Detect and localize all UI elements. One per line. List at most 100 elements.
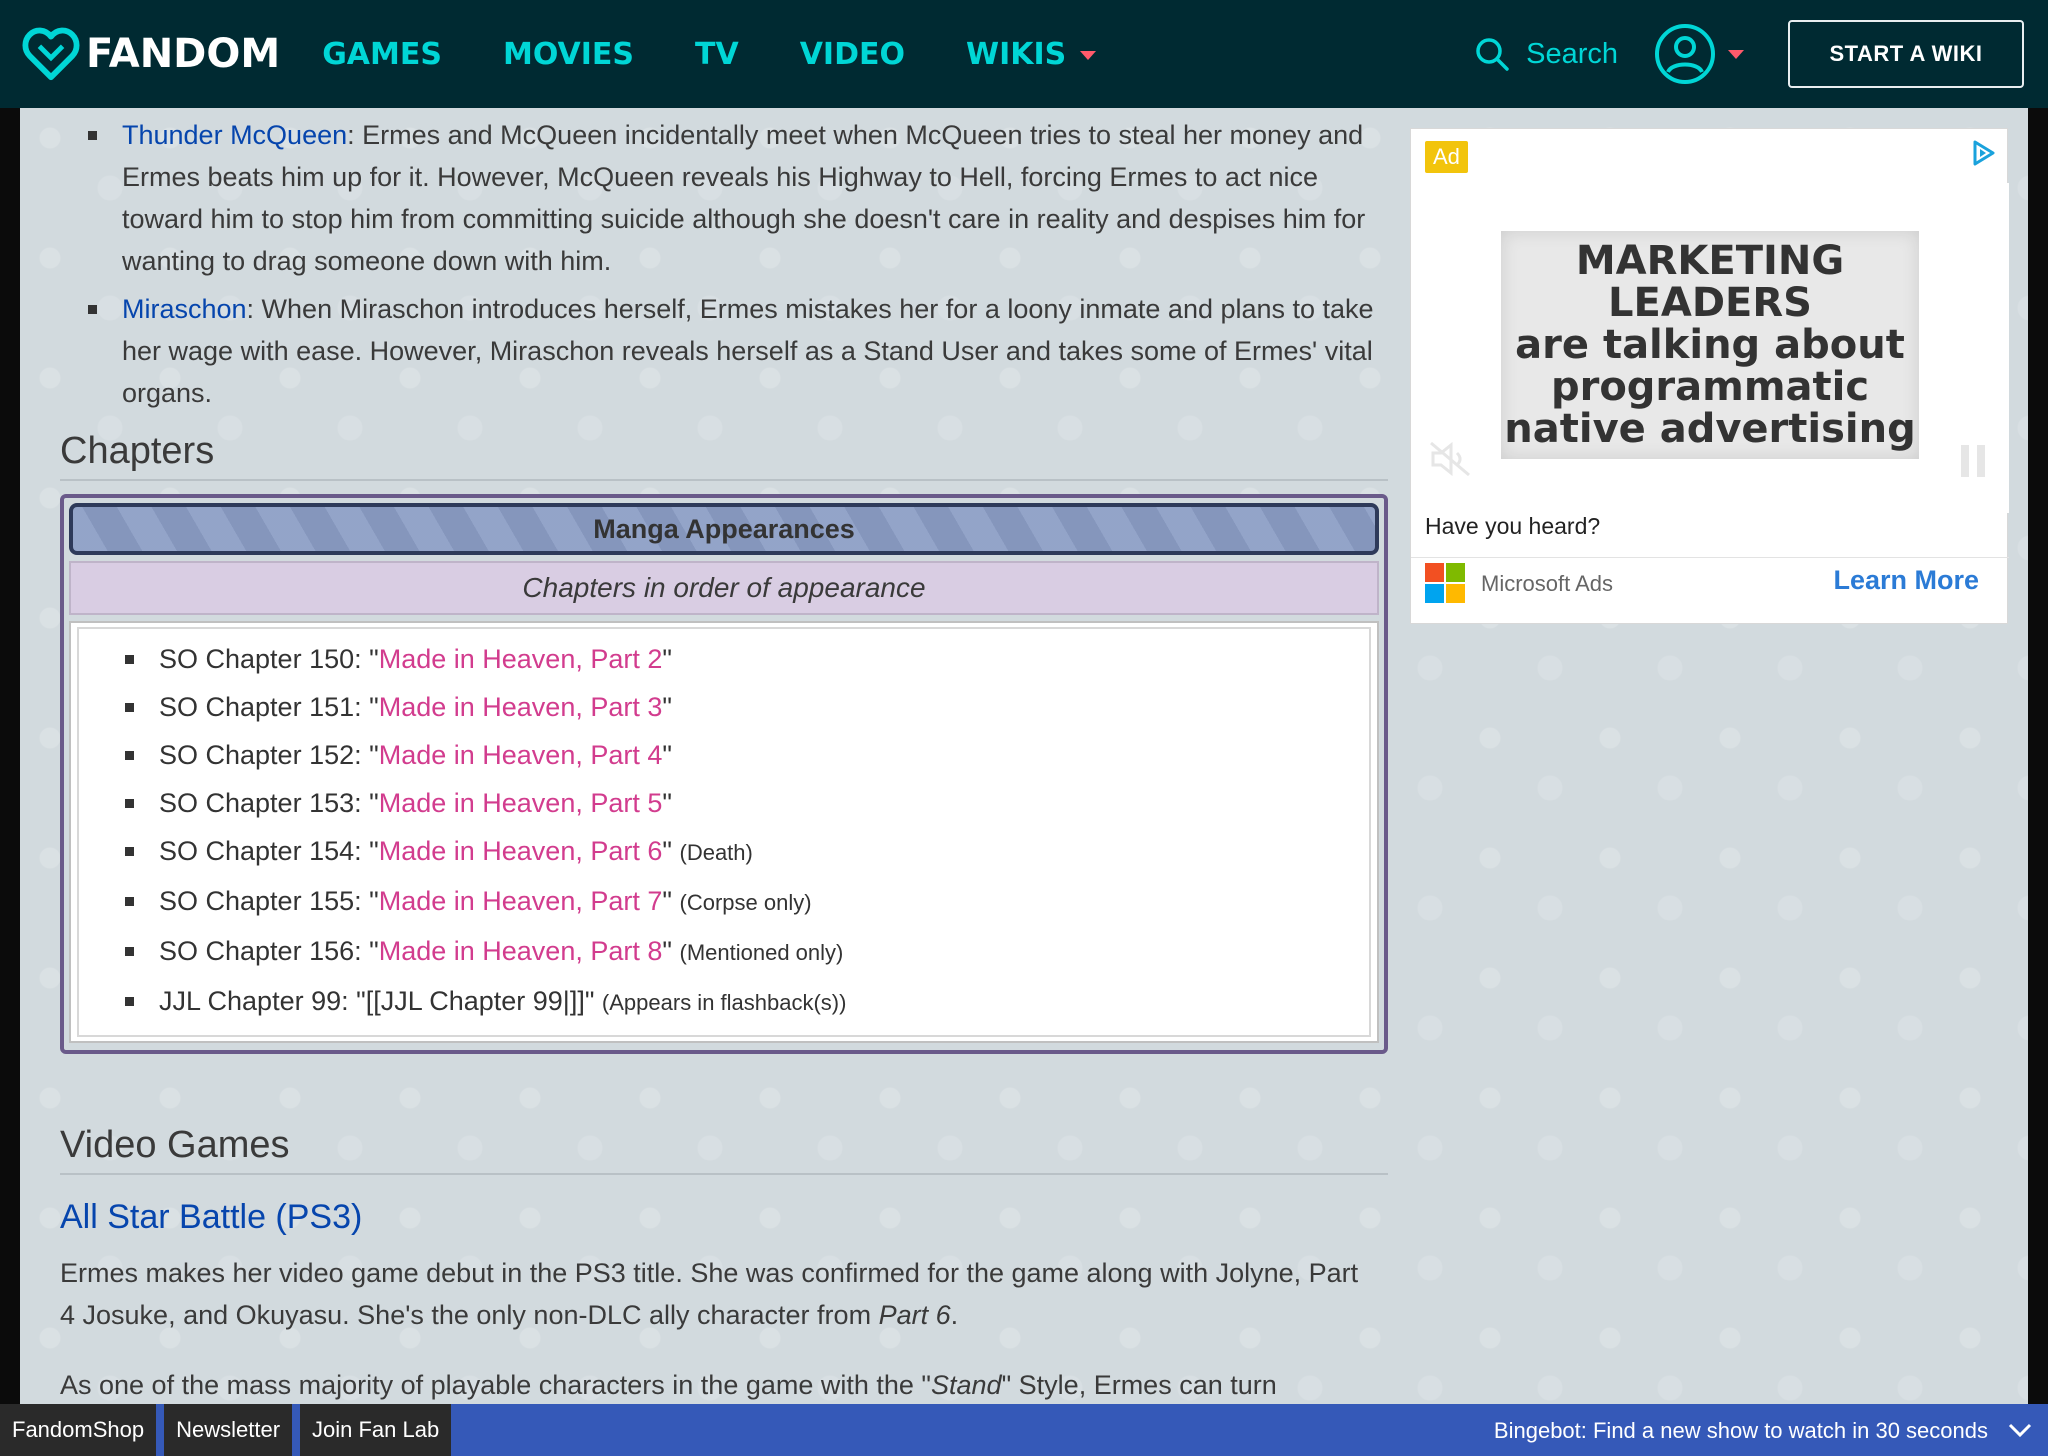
chapter-prefix: SO Chapter 152: ": [159, 740, 379, 770]
chapter-suffix: ": [662, 644, 672, 674]
manga-appearances-subtitle: Chapters in order of appearance: [69, 561, 1379, 615]
ad-divider: [1411, 557, 2009, 558]
fandom-logo[interactable]: FANDOM: [22, 0, 280, 108]
chapter-link[interactable]: Made in Heaven, Part 5: [379, 788, 663, 818]
ad-headline-line: are talking about: [1515, 322, 1905, 368]
search-icon: [1476, 38, 1509, 71]
manga-list-inner: SO Chapter 150: "Made in Heaven, Part 2"…: [77, 627, 1371, 1037]
chapter-prefix: SO Chapter 154: ": [159, 836, 379, 866]
nav-link-wikis[interactable]: WIKIS: [965, 36, 1097, 72]
list-item: SO Chapter 151: "Made in Heaven, Part 3": [79, 683, 1369, 731]
start-a-wiki-button[interactable]: START A WIKI: [1788, 20, 2024, 88]
chapter-list: SO Chapter 150: "Made in Heaven, Part 2"…: [79, 635, 1369, 1027]
para-emphasis: Part 6: [878, 1300, 951, 1330]
ad-choices-icon[interactable]: [1967, 137, 1999, 169]
chapter-link[interactable]: Made in Heaven, Part 6: [379, 836, 663, 866]
chapter-link[interactable]: Made in Heaven, Part 3: [379, 692, 663, 722]
chevron-down-icon[interactable]: [2006, 1416, 2034, 1444]
para-text: .: [950, 1300, 959, 1330]
learn-more-button[interactable]: Learn More: [1833, 565, 1979, 596]
nav-link-games[interactable]: GAMES: [322, 37, 442, 72]
ad-unit[interactable]: Ad MARKETING LEADERS are talking about p…: [1410, 128, 2009, 624]
search-button[interactable]: Search: [1474, 36, 1618, 72]
chapter-prefix: SO Chapter 151: ": [159, 692, 379, 722]
ad-sponsor: Microsoft Ads: [1481, 571, 1614, 596]
chapter-suffix: ": [662, 692, 672, 722]
relationship-link-miraschon[interactable]: Miraschon: [122, 294, 247, 324]
mute-icon[interactable]: [1429, 441, 1473, 477]
list-item: Thunder McQueen: Ermes and McQueen incid…: [68, 114, 1388, 282]
relationships-list: Thunder McQueen: Ermes and McQueen incid…: [68, 114, 1388, 420]
global-navigation: FANDOM GAMES MOVIES TV VIDEO WIKIS Searc…: [0, 0, 2048, 108]
article-page: Thunder McQueen: Ermes and McQueen incid…: [20, 108, 2028, 1404]
user-menu[interactable]: [1654, 23, 1744, 85]
microsoft-logo-icon: [1425, 563, 1465, 603]
nav-links: GAMES MOVIES TV VIDEO WIKIS: [322, 37, 1157, 72]
relationship-link-thunder-mcqueen[interactable]: Thunder McQueen: [122, 120, 347, 150]
chapter-link[interactable]: Made in Heaven, Part 8: [379, 936, 663, 966]
chapter-note: (Mentioned only): [679, 940, 844, 965]
chapter-prefix: SO Chapter 150: ": [159, 644, 379, 674]
chapter-suffix: ": [662, 836, 672, 866]
newsletter-button[interactable]: Newsletter: [164, 1404, 293, 1456]
para-text: Ermes makes her video game debut in the …: [60, 1258, 1359, 1330]
chapter-prefix: JJL Chapter 99: "[[JJL Chapter 99|]]": [159, 986, 595, 1016]
nav-link-wikis-label: WIKIS: [965, 36, 1067, 72]
ad-caption: Have you heard?: [1425, 513, 1601, 539]
list-item: SO Chapter 154: "Made in Heaven, Part 6"…: [79, 827, 1369, 877]
nav-right: Search START A WIKI: [1474, 0, 2048, 108]
chapter-link[interactable]: Made in Heaven, Part 7: [379, 886, 663, 916]
fandom-wordmark: FANDOM: [86, 31, 281, 77]
list-item: SO Chapter 156: "Made in Heaven, Part 8"…: [79, 927, 1369, 977]
chapter-prefix: SO Chapter 156: ": [159, 936, 379, 966]
chapter-suffix: ": [662, 788, 672, 818]
nav-link-tv[interactable]: TV: [695, 37, 739, 72]
chapter-prefix: SO Chapter 155: ": [159, 886, 379, 916]
list-item: Miraschon: When Miraschon introduces her…: [68, 288, 1388, 414]
pause-icon[interactable]: [1959, 445, 1987, 477]
para-emphasis: Stand: [931, 1370, 1002, 1400]
list-item: SO Chapter 150: "Made in Heaven, Part 2": [79, 635, 1369, 683]
video-games-paragraph-1: Ermes makes her video game debut in the …: [60, 1252, 1380, 1336]
chapter-note: (Corpse only): [679, 890, 812, 915]
fandomshop-button[interactable]: FandomShop: [0, 1404, 157, 1456]
list-item: SO Chapter 155: "Made in Heaven, Part 7"…: [79, 877, 1369, 927]
chevron-down-icon: [1080, 51, 1097, 60]
ad-headline-line: programmatic: [1550, 364, 1870, 410]
chapters-heading: Chapters: [60, 430, 1388, 481]
list-item: SO Chapter 152: "Made in Heaven, Part 4": [79, 731, 1369, 779]
chapter-prefix: SO Chapter 153: ": [159, 788, 379, 818]
all-star-battle-link[interactable]: All Star Battle (PS3): [60, 1198, 362, 1237]
global-footer-bar: FandomShop Newsletter Join Fan Lab Binge…: [0, 1404, 2048, 1456]
chapter-link[interactable]: Made in Heaven, Part 2: [379, 644, 663, 674]
list-item: SO Chapter 153: "Made in Heaven, Part 5": [79, 779, 1369, 827]
para-text: " Style, Ermes can turn: [1001, 1370, 1277, 1400]
fandom-heart-icon: [22, 27, 80, 81]
chapter-note: (Appears in flashback(s)): [601, 990, 847, 1015]
manga-appearances-title: Manga Appearances: [69, 503, 1379, 555]
ad-badge: Ad: [1425, 141, 1468, 173]
manga-appearances-box: Manga Appearances Chapters in order of a…: [60, 494, 1388, 1054]
para-text: As one of the mass majority of playable …: [60, 1370, 932, 1400]
search-label: Search: [1526, 37, 1618, 70]
chapter-note: (Death): [679, 840, 753, 865]
list-item: JJL Chapter 99: "[[JJL Chapter 99|]]" (A…: [79, 977, 1369, 1027]
chapter-suffix: ": [662, 936, 672, 966]
chevron-down-icon: [1728, 49, 1744, 59]
bingebot-promo-link[interactable]: Bingebot: Find a new show to watch in 30…: [1494, 1418, 1988, 1444]
user-avatar-icon: [1655, 24, 1715, 84]
relationship-text: : When Miraschon introduces herself, Erm…: [122, 294, 1374, 408]
chapter-link[interactable]: Made in Heaven, Part 4: [379, 740, 663, 770]
manga-list-container: SO Chapter 150: "Made in Heaven, Part 2"…: [69, 621, 1379, 1043]
page-left-edge: [0, 108, 20, 1404]
ad-headline-line: native advertising: [1504, 406, 1916, 452]
nav-link-video[interactable]: VIDEO: [800, 37, 905, 72]
nav-link-movies[interactable]: MOVIES: [503, 37, 634, 72]
ad-video[interactable]: MARKETING LEADERS are talking about prog…: [1411, 183, 2009, 513]
chapter-suffix: ": [662, 740, 672, 770]
ad-headline-card: MARKETING LEADERS are talking about prog…: [1501, 231, 1919, 459]
video-games-paragraph-2: As one of the mass majority of playable …: [60, 1364, 1380, 1404]
page-right-edge: [2028, 108, 2048, 1404]
ad-headline-line: MARKETING LEADERS: [1575, 238, 1845, 326]
join-fan-lab-button[interactable]: Join Fan Lab: [300, 1404, 452, 1456]
